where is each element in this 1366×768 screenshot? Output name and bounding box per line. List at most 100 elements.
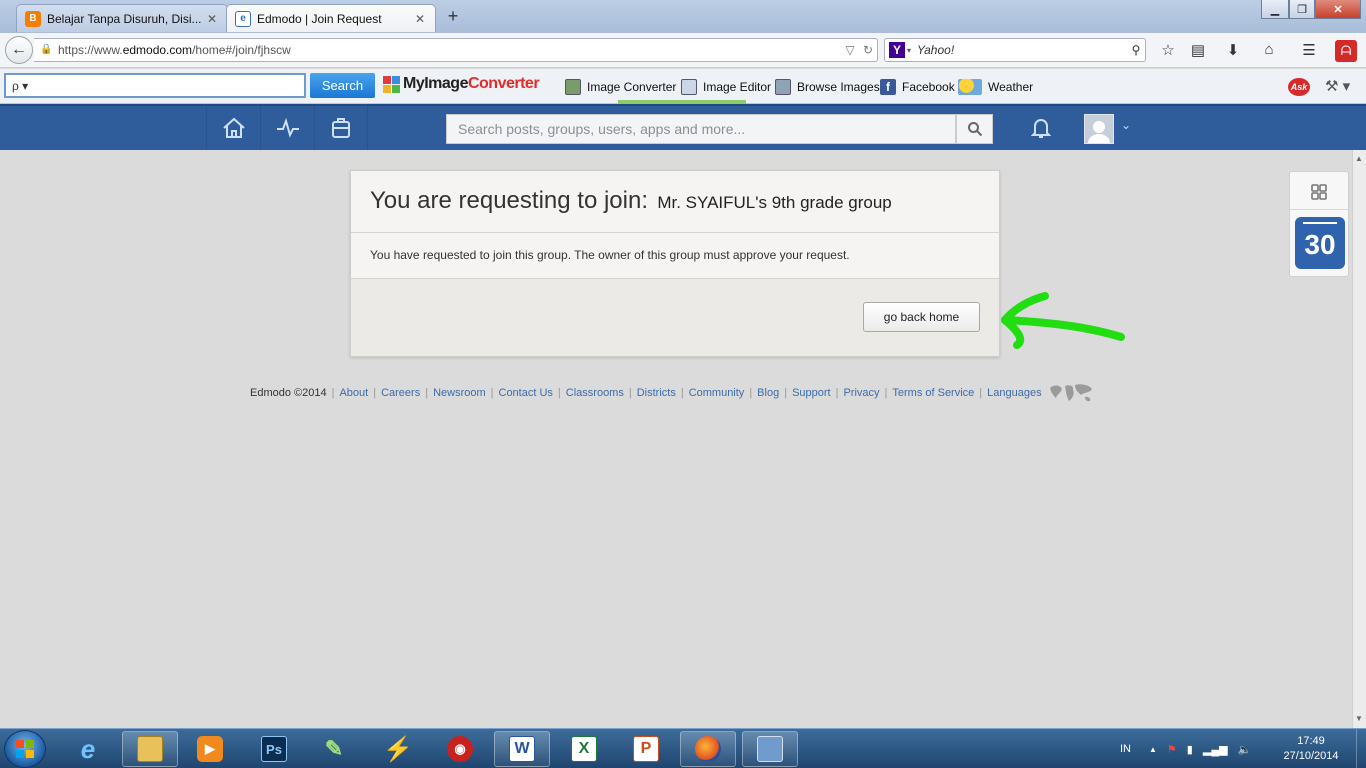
taskbar-feather-app[interactable]: ✎ [306, 731, 362, 767]
action-center-icon[interactable]: ⚑ [1167, 743, 1177, 756]
maximize-button[interactable]: ❐ [1289, 0, 1315, 19]
close-tab-icon[interactable]: ✕ [205, 12, 219, 26]
taskbar-red-app[interactable]: ◉ [432, 731, 488, 767]
scroll-down-icon[interactable]: ▼ [1355, 714, 1363, 723]
download-icon[interactable]: ⬇ [1223, 41, 1243, 61]
start-button[interactable] [4, 730, 46, 768]
toolbar-link-facebook[interactable]: f Facebook [880, 79, 955, 95]
calendar-day: 30 [1304, 229, 1336, 260]
navigation-bar: ← 🔒 https://www.edmodo.com/home#/join/fj… [0, 33, 1366, 68]
taskbar-excel[interactable]: X [556, 731, 612, 767]
footer-link-terms[interactable]: Terms of Service [892, 387, 974, 399]
footer-link-classrooms[interactable]: Classrooms [566, 387, 624, 399]
windows-logo-icon [16, 740, 34, 758]
settings-icon[interactable]: ⚒ ▾ [1325, 77, 1350, 95]
edmodo-search-input[interactable]: Search posts, groups, users, apps and mo… [446, 114, 956, 144]
footer-link-careers[interactable]: Careers [381, 387, 420, 399]
show-desktop-button[interactable] [1356, 729, 1366, 768]
notifications-button[interactable] [1022, 106, 1060, 150]
taskbar-powerpoint[interactable]: P [618, 731, 674, 767]
join-title: You are requesting to join: [370, 187, 648, 214]
toolbar-link-image-converter[interactable]: Image Converter [565, 79, 676, 95]
volume-icon[interactable]: 🔈 [1238, 743, 1252, 756]
signal-icon[interactable]: ▂▄▆ [1203, 743, 1228, 756]
main-content: You are requesting to join: Mr. SYAIFUL'… [0, 150, 1352, 728]
footer-link-community[interactable]: Community [689, 387, 745, 399]
tab-title: Edmodo | Join Request [257, 11, 382, 26]
toolbar-search-button[interactable]: Search [310, 73, 375, 98]
date: 27/10/2014 [1283, 750, 1339, 762]
close-window-button[interactable]: ✕ [1315, 0, 1361, 19]
search-bar[interactable]: Y ▾ Yahoo! ⚲ [884, 38, 1146, 62]
bookmark-star-icon[interactable]: ☆ [1158, 41, 1178, 61]
address-bar[interactable]: 🔒 https://www.edmodo.com/home#/join/fjhs… [34, 38, 878, 62]
home-icon[interactable]: ⌂ [1259, 41, 1279, 61]
taskbar-winamp[interactable]: ⚡ [370, 731, 426, 767]
internet-explorer-icon: e [80, 733, 96, 764]
search-icon [967, 122, 982, 137]
ask-logo[interactable]: Ask [1288, 78, 1310, 96]
taskbar-firefox[interactable] [680, 731, 736, 767]
url-text[interactable]: https://www.edmodo.com/home#/join/fjhscw [58, 43, 841, 57]
taskbar-internet-explorer[interactable]: e [60, 731, 116, 767]
footer-link-privacy[interactable]: Privacy [843, 387, 879, 399]
toolbar-link-image-editor[interactable]: Image Editor [681, 79, 771, 95]
tray-expand-icon[interactable]: ▲ [1149, 745, 1157, 754]
toolbar-link-browse-images[interactable]: Browse Images [775, 79, 880, 95]
footer-link-blog[interactable]: Blog [757, 387, 779, 399]
nav-home[interactable] [206, 106, 260, 150]
page-scrollbar[interactable]: ▲ ▼ [1352, 150, 1366, 728]
taskbar-word[interactable]: W [494, 731, 550, 767]
reload-icon[interactable]: ↻ [859, 43, 877, 57]
search-icon[interactable]: ⚲ [1127, 43, 1145, 57]
tab-edmodo[interactable]: e Edmodo | Join Request ✕ [226, 4, 436, 32]
go-back-home-button[interactable]: go back home [863, 302, 980, 332]
taskbar-photoshop[interactable]: Ps [246, 731, 302, 767]
footer-link-about[interactable]: About [339, 387, 368, 399]
nav-activity[interactable] [260, 106, 314, 150]
new-tab-button[interactable]: + [443, 6, 463, 26]
activity-icon [276, 118, 299, 138]
edmodo-search-button[interactable] [956, 114, 993, 144]
blogger-icon: B [25, 10, 41, 27]
addon-icon[interactable]: ᗩ [1335, 40, 1357, 62]
logo-squares-icon [383, 75, 400, 93]
scroll-up-icon[interactable]: ▲ [1355, 154, 1363, 163]
footer-link-languages[interactable]: Languages [987, 387, 1041, 399]
toolbar-search-input[interactable]: ρ ▾ [4, 73, 306, 98]
footer-link-contact[interactable]: Contact Us [499, 387, 553, 399]
calendar-icon[interactable]: 30 [1295, 217, 1345, 269]
chevron-down-icon[interactable]: ⌄ [1121, 118, 1131, 132]
bell-icon [1031, 119, 1051, 138]
tab-blogger[interactable]: B Belajar Tanpa Disuruh, Disi... ✕ [16, 4, 228, 32]
nav-backpack[interactable] [314, 106, 368, 150]
taskbar-file-explorer[interactable] [122, 731, 178, 767]
battery-icon[interactable]: ▮ [1187, 743, 1193, 756]
myimageconverter-logo[interactable]: MyImageConverter [383, 75, 540, 93]
footer-link-support[interactable]: Support [792, 387, 831, 399]
footer-link-districts[interactable]: Districts [637, 387, 676, 399]
avatar[interactable] [1084, 114, 1114, 144]
footer-link-newsroom[interactable]: Newsroom [433, 387, 486, 399]
bookmarks-list-icon[interactable]: ▤ [1188, 41, 1208, 61]
apps-grid-icon[interactable] [1311, 184, 1327, 200]
taskbar-desktop-app[interactable] [742, 731, 798, 767]
edmodo-icon: e [235, 10, 251, 27]
minimize-button[interactable]: ▁ [1261, 0, 1289, 19]
annotation-arrow [1001, 292, 1125, 349]
group-name: Mr. SYAIFUL's 9th grade group [657, 193, 892, 212]
toolbar-link-weather[interactable]: Weather [958, 79, 1033, 95]
taskbar-media-player[interactable]: ▶ [182, 731, 238, 767]
world-map-icon[interactable] [1048, 382, 1094, 404]
red-app-icon: ◉ [447, 736, 473, 762]
language-indicator[interactable]: IN [1120, 743, 1131, 755]
firefox-icon [695, 736, 721, 762]
dropdown-arrow-icon[interactable]: ▽ [841, 43, 859, 57]
close-tab-icon[interactable]: ✕ [413, 12, 427, 26]
clock[interactable]: 17:49 27/10/2014 [1276, 734, 1346, 764]
footer-links: Edmodo ©2014 | About | Careers | Newsroom |… [250, 382, 1094, 404]
image-converter-icon [565, 79, 581, 95]
menu-icon[interactable]: ☰ [1299, 41, 1319, 61]
yahoo-icon[interactable]: Y [889, 42, 905, 58]
back-button[interactable]: ← [5, 36, 33, 64]
